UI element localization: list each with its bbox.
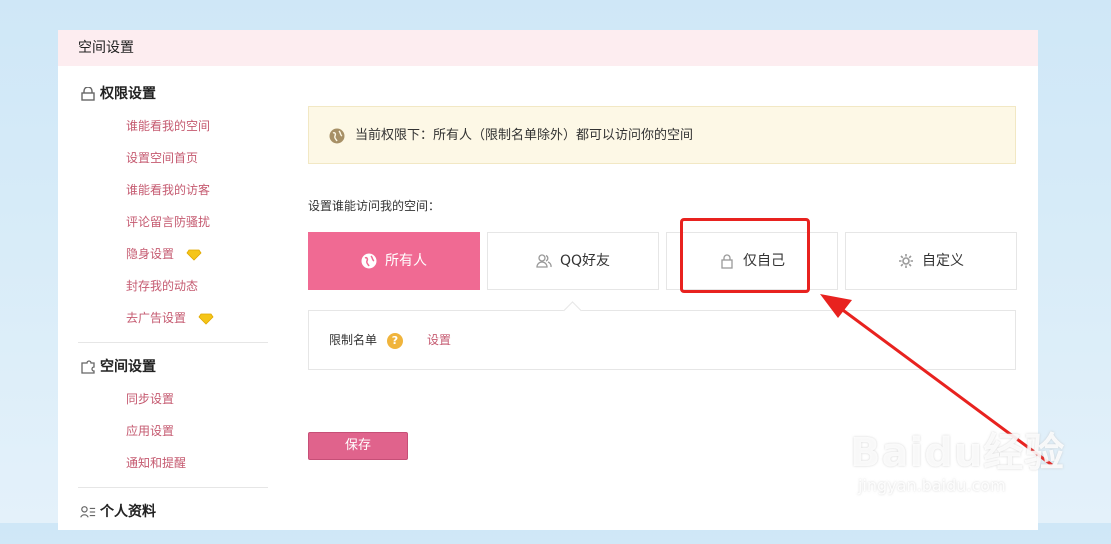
sidebar-group-space: 空间设置 同步设置 应用设置 通知和提醒 (78, 351, 268, 488)
sidebar-item-label: 谁能看我的访客 (126, 183, 211, 197)
sidebar-group-permissions: 权限设置 谁能看我的空间 设置空间首页 谁能看我的访客 评论留言防骚扰 隐身设置… (78, 78, 268, 343)
restriction-settings-link[interactable]: 设置 (427, 311, 451, 369)
annotation-highlight-box (680, 218, 810, 293)
option-label: QQ好友 (559, 253, 611, 269)
sidebar-item-label: 设置空间首页 (126, 151, 199, 165)
sidebar-item-anti-harass[interactable]: 评论留言防骚扰 (78, 206, 268, 238)
option-custom[interactable]: 自定义 (845, 232, 1017, 290)
sidebar-item-sync[interactable]: 同步设置 (78, 383, 268, 415)
globe-icon (361, 253, 377, 269)
watermark-logo: Baidu经验 (850, 430, 1066, 476)
sidebar-group-label: 权限设置 (100, 86, 156, 102)
option-qq-friends[interactable]: QQ好友 (487, 232, 659, 290)
option-label: 所有人 (385, 253, 427, 269)
sidebar-item-label: 谁能看我的空间 (126, 119, 211, 133)
sidebar-group-label: 空间设置 (100, 359, 156, 375)
sidebar-group-label: 个人资料 (100, 504, 156, 520)
gear-icon (899, 254, 913, 268)
puzzle-icon (81, 360, 95, 374)
sidebar-item-label: 封存我的动态 (126, 279, 199, 293)
sidebar-item-archive[interactable]: 封存我的动态 (78, 270, 268, 302)
sidebar-item-apps[interactable]: 应用设置 (78, 415, 268, 447)
restriction-list-box: 限制名单 ? 设置 (308, 310, 1016, 370)
sidebar-item-who-can-view[interactable]: 谁能看我的空间 (78, 110, 268, 142)
profile-icon (80, 506, 96, 518)
sidebar-item-ads[interactable]: 去广告设置 (78, 302, 268, 334)
sidebar-group-title: 权限设置 (78, 78, 268, 110)
access-options: 所有人 QQ好友 仅自己 自定义 (308, 232, 1018, 290)
permission-notice: 当前权限下：所有人（限制名单除外）都可以访问你的空间 (308, 106, 1016, 164)
sidebar-group-title[interactable]: 个人资料 (78, 496, 268, 528)
sidebar-item-label: 去广告设置 (126, 311, 187, 325)
restriction-list-label: 限制名单 (329, 333, 378, 347)
lock-icon (81, 87, 95, 101)
sidebar-group-profile: 个人资料 (78, 496, 268, 536)
sidebar-item-label: 应用设置 (126, 424, 175, 438)
option-label: 自定义 (922, 253, 964, 269)
sidebar-item-label: 评论留言防骚扰 (126, 215, 211, 229)
friends-icon (536, 254, 552, 268)
sidebar-item-label: 通知和提醒 (126, 456, 187, 470)
save-button[interactable]: 保存 (308, 432, 408, 460)
page-title: 空间设置 (58, 30, 1038, 66)
help-icon[interactable]: ? (387, 333, 403, 349)
sidebar-item-label: 隐身设置 (126, 247, 175, 261)
sidebar-item-visitors[interactable]: 谁能看我的访客 (78, 174, 268, 206)
sidebar-item-label: 同步设置 (126, 392, 175, 406)
watermark-url: jingyan.baidu.com (858, 476, 1006, 495)
notice-text: 当前权限下：所有人（限制名单除外）都可以访问你的空间 (355, 128, 694, 143)
diamond-icon (198, 313, 214, 325)
sidebar-item-notify[interactable]: 通知和提醒 (78, 447, 268, 479)
globe-icon (329, 128, 345, 144)
access-prompt: 设置谁能访问我的空间： (308, 199, 441, 213)
option-everyone[interactable]: 所有人 (308, 232, 480, 290)
sidebar-item-invisible[interactable]: 隐身设置 (78, 238, 268, 270)
diamond-icon (186, 249, 202, 261)
sidebar: 权限设置 谁能看我的空间 设置空间首页 谁能看我的访客 评论留言防骚扰 隐身设置… (78, 66, 268, 544)
sidebar-item-home[interactable]: 设置空间首页 (78, 142, 268, 174)
sidebar-group-title: 空间设置 (78, 351, 268, 383)
